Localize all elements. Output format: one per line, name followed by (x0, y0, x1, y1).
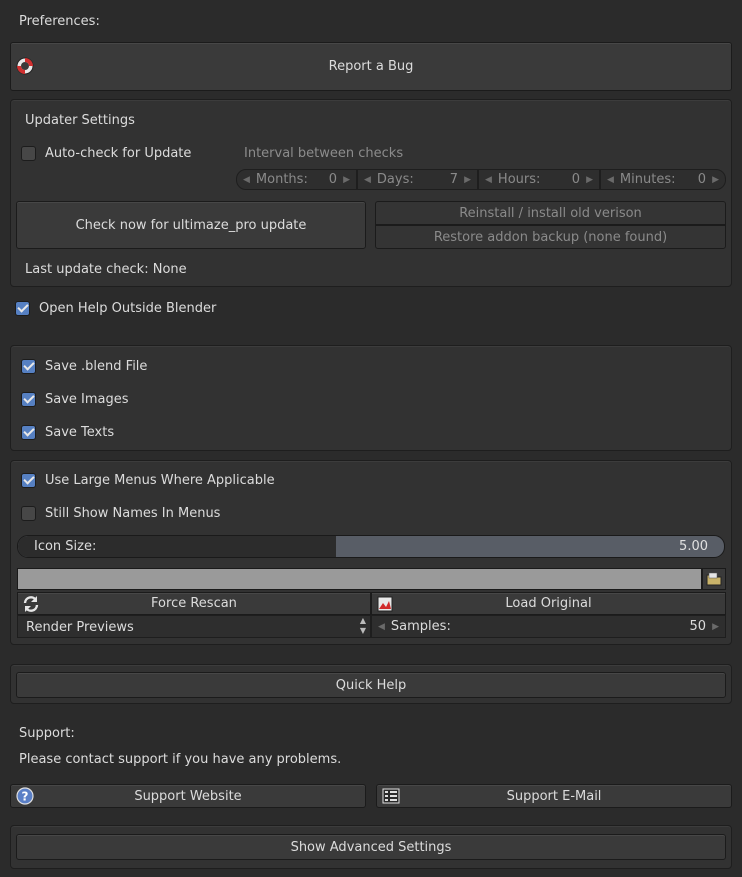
hours-field[interactable]: ◀ Hours: 0 ▶ (478, 169, 600, 190)
large-menus-label: Use Large Menus Where Applicable (45, 473, 275, 488)
show-names-label: Still Show Names In Menus (45, 506, 221, 521)
large-menus-checkbox[interactable] (21, 473, 36, 488)
refresh-icon (22, 595, 40, 613)
days-value: 7 (449, 172, 459, 187)
autocheck-checkbox[interactable] (21, 146, 36, 161)
load-original-button[interactable]: Load Original (371, 592, 726, 615)
svg-text:?: ? (22, 790, 29, 804)
render-previews-dropdown[interactable]: Render Previews ▲ ▼ (17, 615, 371, 638)
save-texts-checkbox[interactable] (21, 425, 36, 440)
open-help-outside-checkbox[interactable] (15, 301, 30, 316)
decrement-icon[interactable]: ◀ (485, 175, 492, 185)
samples-value: 50 (689, 619, 707, 634)
hours-label: Hours: (497, 172, 541, 187)
decrement-icon[interactable]: ◀ (243, 175, 250, 185)
updater-title: Updater Settings (25, 113, 135, 128)
icon-size-label: Icon Size: (34, 539, 97, 554)
support-website-label: Support Website (134, 788, 242, 804)
months-label: Months: (255, 172, 308, 187)
render-previews-label: Render Previews (26, 620, 134, 635)
folder-browse-button[interactable] (702, 568, 726, 590)
preferences-title: Preferences: (19, 14, 100, 29)
support-email-button[interactable]: Support E-Mail (376, 784, 732, 808)
increment-icon[interactable]: ▶ (343, 175, 350, 185)
check-now-button[interactable]: Check now for ultimaze_pro update (16, 201, 366, 249)
restore-backup-button[interactable]: Restore addon backup (none found) (375, 225, 726, 249)
reinstall-button[interactable]: Reinstall / install old verison (375, 201, 726, 225)
save-images-checkbox[interactable] (21, 392, 36, 407)
increment-icon[interactable]: ▶ (464, 175, 471, 185)
days-label: Days: (376, 172, 414, 187)
interval-label: Interval between checks (244, 146, 404, 161)
image-icon (376, 595, 394, 613)
list-icon (382, 788, 400, 804)
decrement-icon[interactable]: ◀ (607, 175, 614, 185)
save-texts-label: Save Texts (45, 425, 115, 440)
open-help-outside-label: Open Help Outside Blender (39, 301, 217, 316)
report-bug-label: Report a Bug (328, 59, 414, 74)
minutes-field[interactable]: ◀ Minutes: 0 ▶ (600, 169, 726, 190)
force-rescan-button[interactable]: Force Rescan (17, 592, 371, 615)
icon-size-value: 5.00 (679, 539, 708, 554)
last-update-check: Last update check: None (25, 262, 187, 277)
increment-icon[interactable]: ▶ (586, 175, 593, 185)
hours-value: 0 (571, 172, 581, 187)
dropdown-arrows-icon: ▲ ▼ (359, 616, 366, 635)
support-email-label: Support E-Mail (506, 788, 602, 804)
increment-icon[interactable]: ▶ (712, 175, 719, 185)
show-names-checkbox[interactable] (21, 506, 36, 521)
load-original-label: Load Original (505, 596, 592, 611)
minutes-label: Minutes: (619, 172, 676, 187)
support-title: Support: (19, 726, 75, 741)
months-field[interactable]: ◀ Months: 0 ▶ (236, 169, 357, 190)
save-blend-checkbox[interactable] (21, 359, 36, 374)
autocheck-label: Auto-check for Update (45, 146, 192, 161)
decrement-icon[interactable]: ◀ (378, 622, 385, 632)
samples-label: Samples: (390, 619, 451, 634)
save-images-label: Save Images (45, 392, 129, 407)
quick-help-button[interactable]: Quick Help (16, 672, 726, 698)
minutes-value: 0 (697, 172, 707, 187)
show-advanced-settings-button[interactable]: Show Advanced Settings (16, 834, 726, 860)
days-field[interactable]: ◀ Days: 7 ▶ (357, 169, 478, 190)
support-website-button[interactable]: ? Support Website (10, 784, 366, 808)
support-message: Please contact support if you have any p… (19, 752, 342, 767)
force-rescan-label: Force Rescan (151, 596, 237, 611)
report-bug-button[interactable]: Report a Bug (10, 42, 732, 91)
preview-path-field[interactable] (17, 568, 702, 590)
samples-field[interactable]: ◀ Samples: 50 ▶ (371, 615, 726, 638)
folder-icon (706, 572, 722, 586)
icon-size-slider[interactable]: Icon Size: 5.00 (17, 535, 725, 558)
increment-icon[interactable]: ▶ (712, 622, 719, 632)
lifebuoy-icon (16, 57, 34, 75)
months-value: 0 (328, 172, 338, 187)
decrement-icon[interactable]: ◀ (364, 175, 371, 185)
help-question-icon: ? (16, 787, 34, 805)
save-blend-label: Save .blend File (45, 359, 148, 374)
